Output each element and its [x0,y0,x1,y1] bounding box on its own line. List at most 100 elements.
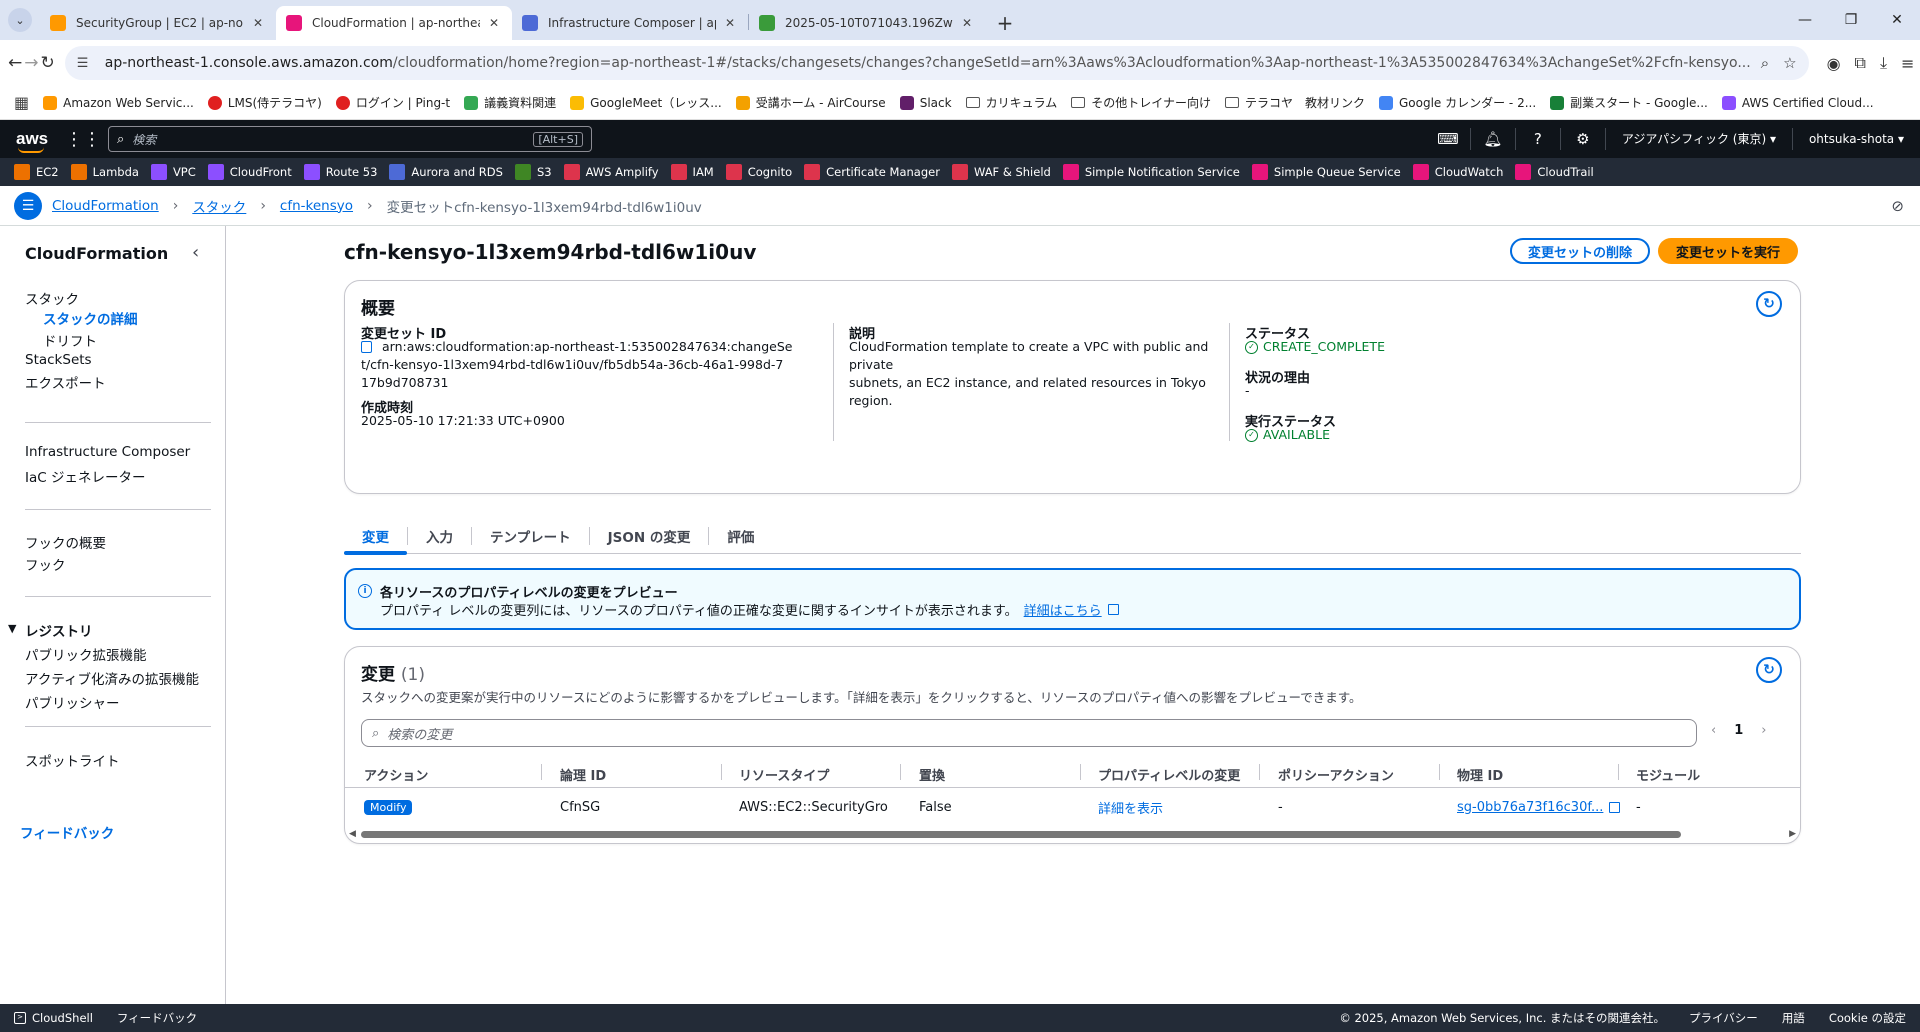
bookmark-item[interactable]: 副業スタート - Google... [1550,94,1708,111]
sidenav-item-activated-extensions[interactable]: アクティブ化済みの拡張機能 [25,668,199,688]
horizontal-scrollbar[interactable]: ◀ ▶ [349,829,1796,839]
terms-link[interactable]: 用語 [1782,1010,1805,1026]
learn-more-link[interactable]: 詳細はこちら [1024,604,1102,619]
sidenav-item-drift[interactable]: ドリフト [43,330,97,350]
tab-evaluation[interactable]: 評価 [709,518,772,554]
chevron-right-icon[interactable]: › [1761,723,1766,738]
aws-search-input[interactable]: ⌕ 検索 [Alt+S] [108,126,592,152]
refresh-icon[interactable]: ↻ [1756,657,1782,683]
bookmark-item[interactable]: ログイン | Ping-t [335,94,450,111]
forward-arrow-icon[interactable]: → [24,47,38,79]
new-tab-plus-icon[interactable]: + [991,9,1019,37]
tab-json-changes[interactable]: JSON の変更 [590,518,709,554]
apps-grid-icon[interactable]: ▦ [14,93,29,112]
sidenav-title[interactable]: CloudFormation [25,244,168,263]
favorite-service[interactable]: Route 53 [303,164,377,180]
reload-icon[interactable]: ↻ [41,47,55,79]
close-window-icon[interactable]: ✕ [1874,0,1920,40]
column-header-physical-id[interactable]: 物理 ID [1457,761,1503,787]
favorite-service[interactable]: CloudTrail [1515,164,1594,180]
sidenav-feedback-link[interactable]: フィードバック [20,822,114,842]
url-text[interactable]: ap-northeast-1.console.aws.amazon.com/cl… [105,55,1751,71]
breadcrumb-link[interactable]: CloudFormation [52,198,159,214]
bookmark-star-icon[interactable]: ☆ [1783,54,1796,72]
favorite-service[interactable]: EC2 [14,164,59,180]
chevron-left-icon[interactable]: ‹ [1711,723,1716,738]
bookmark-item[interactable]: GoogleMeet（レッス... [570,94,722,111]
column-header-policy-action[interactable]: ポリシーアクション [1278,761,1394,787]
bookmark-folder[interactable]: カリキュラム [965,94,1057,111]
column-header-property-changes[interactable]: プロパティレベルの変更 [1098,761,1240,787]
browser-tab-active[interactable]: CloudFormation | ap-northeast- ✕ [276,6,512,40]
favorite-service[interactable]: Lambda [70,164,139,180]
cloudshell-icon[interactable]: ⌨ [1426,128,1471,150]
column-resizer[interactable] [1618,764,1619,780]
breadcrumb-link[interactable]: cfn-kensyo [280,198,353,214]
help-icon[interactable]: ? [1516,128,1561,150]
bookmark-item[interactable]: AWS Certified Cloud... [1721,95,1874,110]
favorite-service[interactable]: CloudWatch [1412,164,1503,180]
caret-down-icon[interactable]: ▼ [8,622,16,635]
close-icon[interactable]: ✕ [486,16,502,30]
hamburger-menu-icon[interactable]: ☰ [14,191,42,220]
column-resizer[interactable] [1259,764,1260,780]
close-icon[interactable]: ✕ [722,16,738,30]
column-resizer[interactable] [1080,764,1081,780]
bookmark-item[interactable]: LMS(侍テラコヤ) [207,94,322,111]
close-icon[interactable]: ✕ [959,16,975,30]
settings-circle-icon[interactable]: ⊘ [1891,197,1904,215]
sidenav-item-stacks[interactable]: スタック [25,288,79,308]
sidenav-item-hooks[interactable]: フック [25,554,66,574]
sidenav-item-composer[interactable]: Infrastructure Composer [25,444,190,460]
bookmark-folder[interactable]: テラコヤ 教材リンク [1224,94,1365,111]
collapse-chevron-icon[interactable]: ‹ [192,242,199,263]
scrollbar-thumb[interactable] [361,831,1681,838]
address-bar[interactable]: ☰ ap-northeast-1.console.aws.amazon.com/… [64,46,1809,80]
bookmark-folder[interactable]: その他トレイナー向け [1071,94,1211,111]
restore-icon[interactable]: ❐ [1828,0,1874,40]
favorite-service[interactable]: AWS Amplify [563,164,659,180]
tab-changes[interactable]: 変更 [344,518,407,555]
sidenav-item-iac-generator[interactable]: IaC ジェネレーター [25,466,145,486]
browser-tab[interactable]: 2025-05-10T071043.196Zwte-cfn ✕ [749,6,985,40]
account-menu[interactable]: ohtsuka-shota ▾ [1793,128,1920,150]
changes-search-input[interactable]: ⌕ 検索の変更 [361,719,1697,747]
sidenav-item-publisher[interactable]: パブリッシャー [25,692,120,712]
favorite-service[interactable]: Simple Queue Service [1251,164,1401,180]
sidenav-item-public-extensions[interactable]: パブリック拡張機能 [25,644,147,664]
sidenav-item-stacksets[interactable]: StackSets [25,352,92,368]
view-details-link[interactable]: 詳細を表示 [1098,798,1163,817]
column-header-module[interactable]: モジュール [1636,761,1700,787]
bookmark-item[interactable]: Slack [899,95,952,110]
zoom-icon[interactable]: ⌕ [1761,54,1769,72]
column-header-action[interactable]: アクション [364,761,428,787]
sidenav-item-exports[interactable]: エクスポート [25,372,106,392]
favorite-service[interactable]: WAF & Shield [951,164,1051,180]
bookmark-item[interactable]: Amazon Web Servic... [43,95,194,110]
column-header-resource-type[interactable]: リソースタイプ [739,761,829,787]
sidenav-item-spotlight[interactable]: スポットライト [25,750,120,770]
privacy-link[interactable]: プライバシー [1689,1010,1758,1026]
notifications-bell-icon[interactable]: 🔔︎ [1471,128,1516,150]
sidenav-section-registry[interactable]: レジストリ [25,620,93,640]
favorite-service[interactable]: Aurora and RDS [389,164,503,180]
column-header-replacement[interactable]: 置換 [919,761,945,787]
favorite-service[interactable]: S3 [514,164,552,180]
bookmark-item[interactable]: Google カレンダー - 2... [1378,94,1536,111]
back-arrow-icon[interactable]: ← [8,47,22,79]
close-icon[interactable]: ✕ [250,16,266,30]
cloudshell-button[interactable]: > CloudShell [14,1011,93,1025]
breadcrumb-link[interactable]: スタック [192,196,246,216]
media-icon[interactable]: ≡ [1901,54,1914,73]
column-resizer[interactable] [721,764,722,780]
bookmark-item[interactable]: 議義資料関連 [464,94,556,111]
aws-logo[interactable]: aws [16,129,52,153]
region-selector[interactable]: アジアパシフィック (東京) ▾ [1606,128,1793,150]
settings-gear-icon[interactable]: ⚙ [1561,128,1606,150]
scroll-left-icon[interactable]: ◀ [349,829,356,839]
tab-input[interactable]: 入力 [408,518,471,554]
favorite-service[interactable]: CloudFront [207,164,292,180]
minimize-icon[interactable]: — [1782,0,1828,40]
extensions-icon[interactable]: ⧉ [1855,53,1866,73]
delete-changeset-button[interactable]: 変更セットの削除 [1510,238,1651,264]
